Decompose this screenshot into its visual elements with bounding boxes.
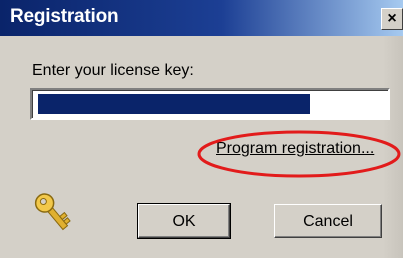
close-button[interactable]: × — [381, 8, 403, 30]
program-registration-link[interactable]: Program registration... — [216, 140, 374, 158]
window-title: Registration — [10, 6, 119, 27]
title-bar[interactable]: Registration × — [0, 0, 403, 36]
cancel-button[interactable]: Cancel — [274, 204, 382, 238]
license-key-label: Enter your license key: — [32, 62, 194, 79]
key-icon — [34, 193, 71, 231]
ok-button[interactable]: OK — [137, 203, 231, 239]
selected-text-highlight — [38, 94, 310, 114]
license-key-input[interactable] — [30, 88, 390, 120]
close-icon: × — [387, 10, 397, 27]
registration-dialog: Registration × Enter your license key: P… — [0, 0, 403, 258]
